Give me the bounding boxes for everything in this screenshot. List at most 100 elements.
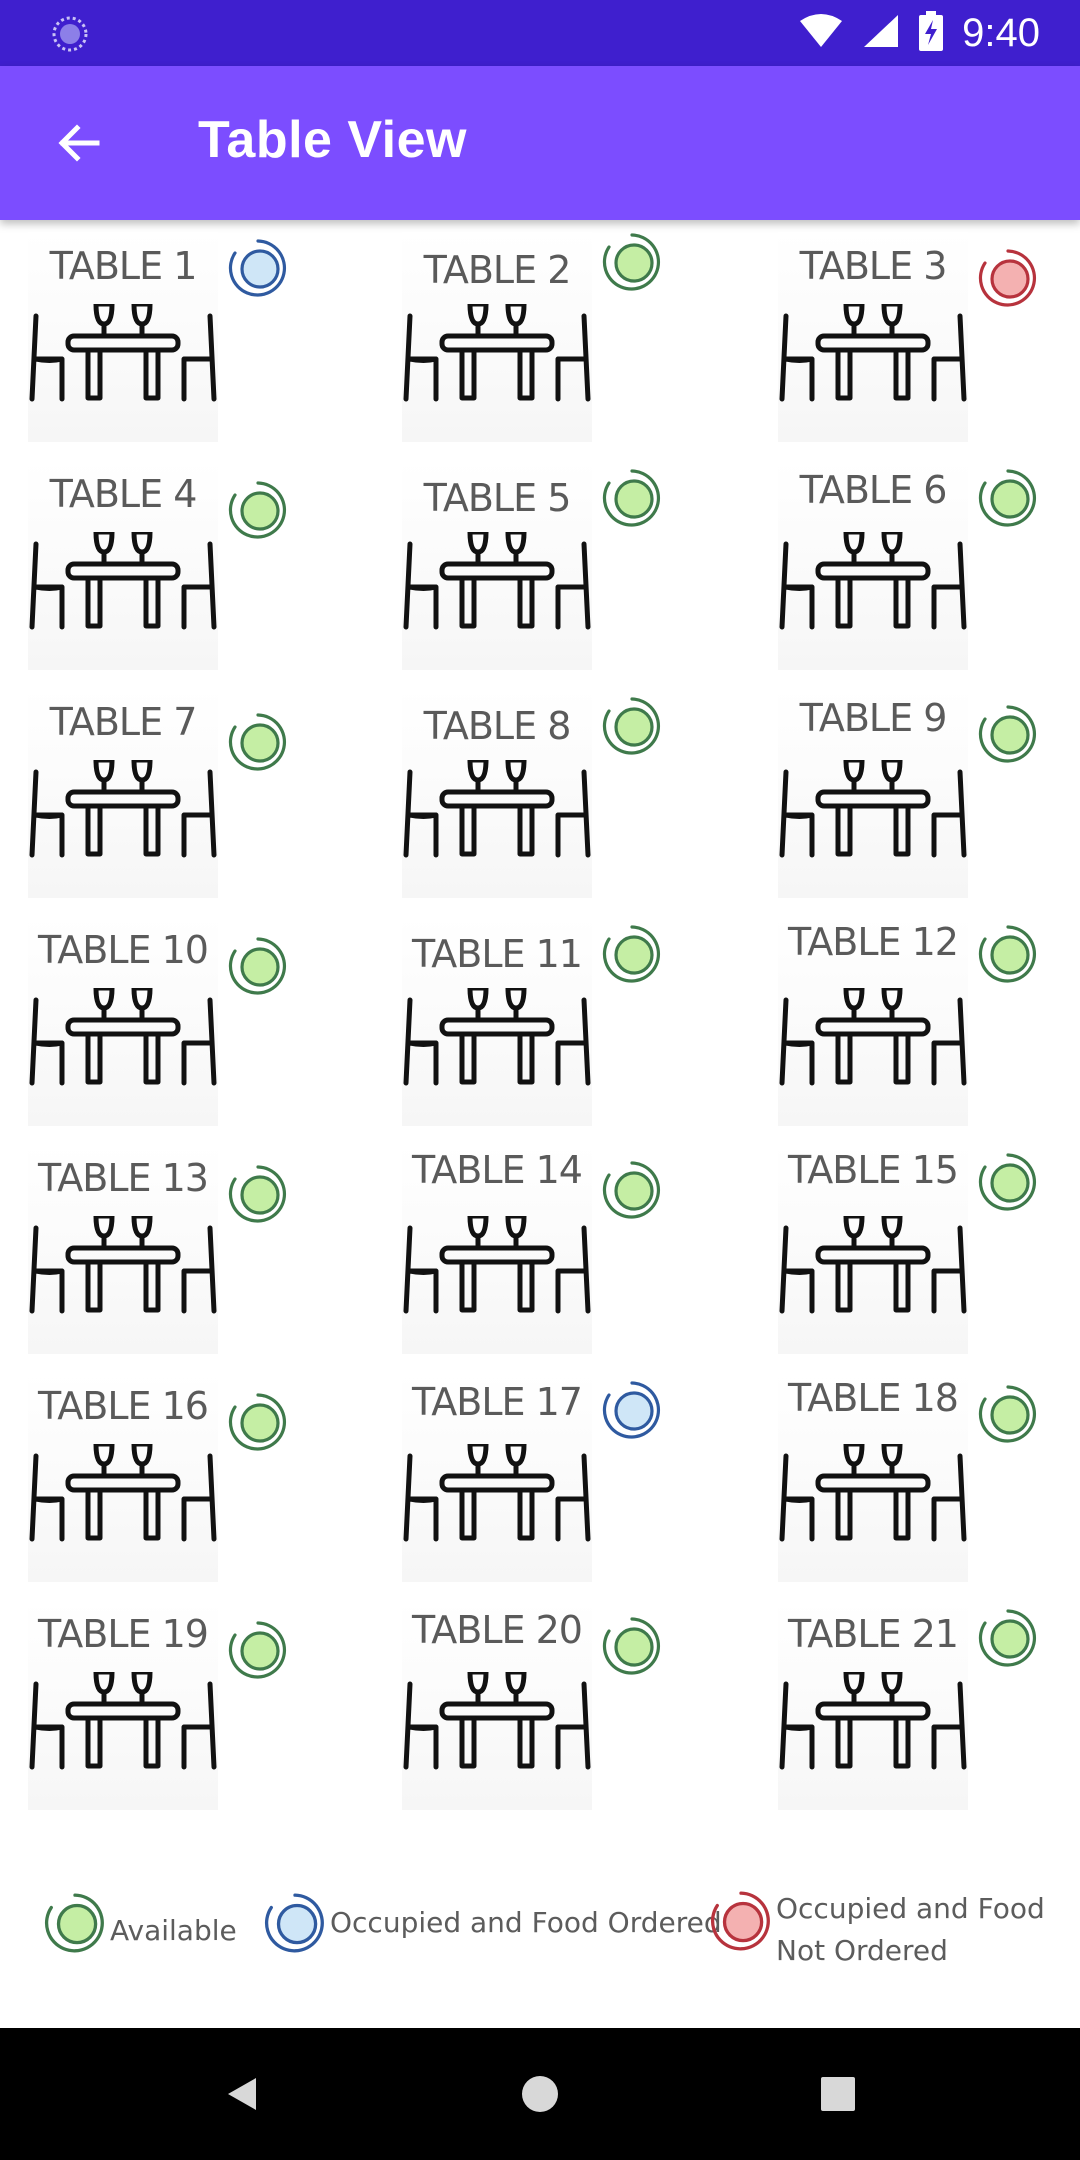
dining-table-icon [402,301,592,404]
table-card[interactable]: TABLE 21 [750,1600,1080,1828]
legend-occupied-ordered-label: Occupied and Food Ordered [330,1906,722,1939]
nav-back-button[interactable] [212,2064,272,2124]
table-card[interactable]: TABLE 7 [0,688,360,916]
available-status-icon [42,1890,108,1960]
legend-available: Available [42,1890,237,1960]
dining-table-icon [402,1669,592,1772]
table-card[interactable]: TABLE 13 [0,1144,360,1372]
table-label: TABLE 15 [788,1148,959,1192]
occupied-ordered-status-icon [226,236,290,300]
table-card-body: TABLE 20 [402,1600,592,1810]
table-card[interactable]: TABLE 15 [750,1144,1080,1372]
table-label: TABLE 18 [788,1376,959,1420]
status-icons: 9:40 [798,8,1040,58]
system-nav-bar [0,2028,1080,2160]
dining-table-icon [778,985,968,1088]
dining-table-icon [28,1213,218,1316]
table-card[interactable]: TABLE 14 [374,1144,734,1372]
table-card-body: TABLE 14 [402,1144,592,1354]
legend-occupied-ordered: Occupied and Food Ordered [262,1890,722,1960]
dining-table-icon [28,757,218,860]
table-card-body: TABLE 2 [402,232,592,442]
dining-table-icon [778,1441,968,1544]
table-card[interactable]: TABLE 17 [374,1372,734,1600]
available-status-icon [976,1606,1040,1670]
dining-table-icon [28,301,218,404]
available-status-icon [226,934,290,998]
legend-occupied-not-ordered: Occupied and Food Not Ordered [708,1888,1045,1972]
wifi-icon [798,13,844,53]
table-card[interactable]: TABLE 3 [750,232,1080,460]
app-bar: Table View [0,66,1080,220]
dining-table-icon [778,529,968,632]
table-label: TABLE 10 [38,928,209,972]
table-card[interactable]: TABLE 20 [374,1600,734,1828]
available-status-icon [976,466,1040,530]
back-button[interactable] [38,103,118,183]
table-label: TABLE 9 [799,696,948,740]
nav-back-triangle-icon [228,2078,256,2110]
nav-home-button[interactable] [510,2064,570,2124]
dining-table-icon [402,1213,592,1316]
dining-table-icon [28,1669,218,1772]
available-status-icon [226,1390,290,1454]
table-card[interactable]: TABLE 19 [0,1600,360,1828]
table-card[interactable]: TABLE 9 [750,688,1080,916]
table-card[interactable]: TABLE 4 [0,460,360,688]
dining-table-icon [778,301,968,404]
table-card[interactable]: TABLE 11 [374,916,734,1144]
table-card[interactable]: TABLE 10 [0,916,360,1144]
legend-occupied-not-ordered-label: Occupied and Food Not Ordered [776,1888,1045,1972]
table-label: TABLE 4 [49,472,198,516]
table-card-body: TABLE 1 [28,232,218,442]
table-label: TABLE 13 [38,1156,209,1200]
available-status-icon [226,478,290,542]
available-status-icon [600,694,664,758]
table-card-body: TABLE 19 [28,1600,218,1810]
table-label: TABLE 16 [38,1384,209,1428]
table-grid: TABLE 1 TABLE 2 TABLE 3 TABLE 4 TABLE 5 TABLE… [0,232,1080,1812]
occupied-not-ordered-status-icon [976,246,1040,310]
dining-table-icon [402,1441,592,1544]
legend-line-1: Occupied and Food [776,1892,1045,1925]
table-label: TABLE 8 [423,704,572,748]
table-card-body: TABLE 6 [778,460,968,670]
dining-table-icon [402,757,592,860]
available-status-icon [976,702,1040,766]
available-status-icon [226,1162,290,1226]
arrow-left-icon [58,124,100,162]
available-status-icon [226,1618,290,1682]
table-label: TABLE 7 [49,700,198,744]
dining-table-icon [778,757,968,860]
table-card[interactable]: TABLE 2 [374,232,734,460]
available-status-icon [226,710,290,774]
table-card[interactable]: TABLE 6 [750,460,1080,688]
table-card-body: TABLE 4 [28,460,218,670]
nav-recents-button[interactable] [808,2064,868,2124]
spinner-icon [50,14,90,54]
dining-table-icon [402,529,592,632]
table-card-body: TABLE 13 [28,1144,218,1354]
available-status-icon [976,1150,1040,1214]
table-card-body: TABLE 3 [778,232,968,442]
table-label: TABLE 19 [38,1612,209,1656]
table-card[interactable]: TABLE 8 [374,688,734,916]
table-card[interactable]: TABLE 1 [0,232,360,460]
table-label: TABLE 5 [423,476,572,520]
battery-charging-icon [918,11,944,55]
table-card-body: TABLE 7 [28,688,218,898]
nav-home-circle-icon [522,2076,558,2112]
table-label: TABLE 20 [412,1608,583,1652]
table-card-body: TABLE 17 [402,1372,592,1582]
dining-table-icon [778,1669,968,1772]
table-card[interactable]: TABLE 18 [750,1372,1080,1600]
dining-table-icon [28,985,218,1088]
table-card-body: TABLE 9 [778,688,968,898]
table-label: TABLE 2 [423,248,572,292]
available-status-icon [600,1614,664,1678]
status-bar: 9:40 [0,0,1080,66]
table-card[interactable]: TABLE 16 [0,1372,360,1600]
table-card[interactable]: TABLE 12 [750,916,1080,1144]
table-card[interactable]: TABLE 5 [374,460,734,688]
table-card-body: TABLE 21 [778,1600,968,1810]
